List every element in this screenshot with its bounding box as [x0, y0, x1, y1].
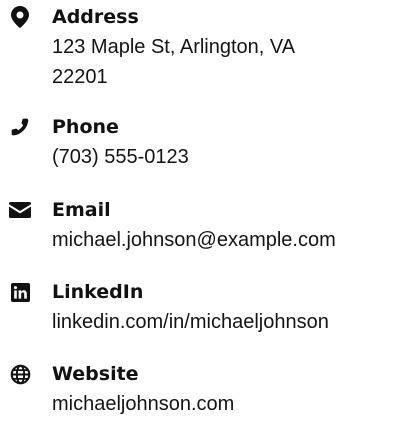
website-value: michaeljohnson.com [52, 393, 235, 415]
email-label: Email [52, 199, 111, 221]
phone-label: Phone [52, 116, 119, 138]
phone-value: (703) 555-0123 [52, 146, 189, 168]
globe-icon [8, 363, 32, 385]
phone-icon [8, 116, 32, 138]
linkedin-value: linkedin.com/in/michaeljohnson [52, 311, 329, 333]
envelope-icon [8, 199, 32, 221]
address-value: 123 Maple St, Arlington, VA 22201 [52, 36, 295, 88]
linkedin-label: LinkedIn [52, 281, 144, 303]
contact-list: Address 123 Maple St, Arlington, VA 2220… [0, 0, 396, 421]
map-marker-icon [8, 6, 32, 28]
address-label: Address [52, 6, 139, 28]
email-value: michael.johnson@example.com [52, 229, 336, 251]
linkedin-icon [8, 281, 32, 303]
website-label: Website [52, 363, 139, 385]
